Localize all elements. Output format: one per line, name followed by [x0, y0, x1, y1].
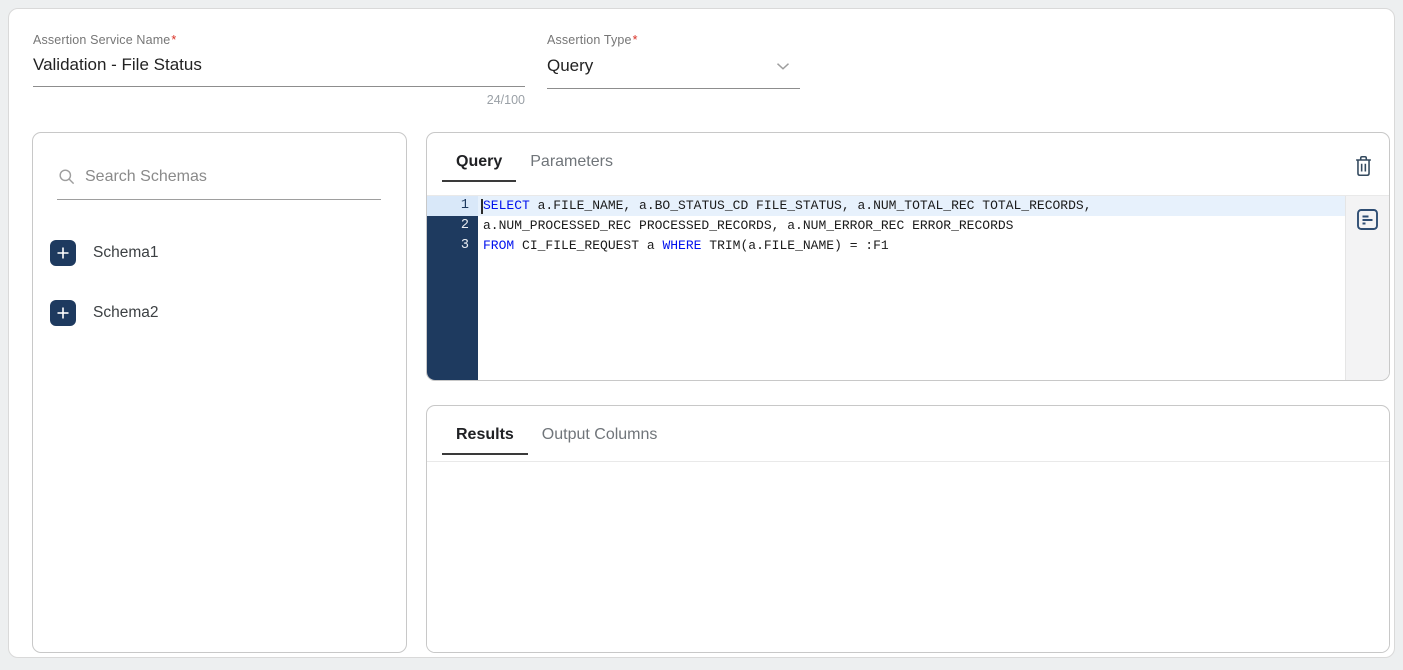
line-number-gutter: 123: [427, 196, 478, 380]
sql-keyword: SELECT: [483, 198, 530, 213]
results-empty-body: [427, 462, 1389, 652]
line-number: 1: [427, 196, 478, 216]
code-area[interactable]: SELECT a.FILE_NAME, a.BO_STATUS_CD FILE_…: [478, 196, 1345, 380]
sql-text: CI_FILE_REQUEST a: [514, 238, 662, 253]
expand-schema-button[interactable]: [50, 300, 76, 326]
sql-text: a.FILE_NAME, a.BO_STATUS_CD FILE_STATUS,…: [530, 198, 1092, 213]
assertion-type-field: Assertion Type* Query: [547, 33, 800, 89]
assertion-service-name-field: Assertion Service Name* 24/100: [33, 33, 525, 107]
code-line: a.NUM_PROCESSED_REC PROCESSED_RECORDS, a…: [478, 216, 1345, 236]
required-asterisk: *: [171, 33, 176, 47]
results-panel: Results Output Columns: [426, 405, 1390, 653]
schema-search: [57, 167, 381, 200]
assertion-service-name-label: Assertion Service Name*: [33, 33, 525, 47]
format-lines-icon: [1354, 206, 1381, 233]
query-panel-header: Query Parameters: [427, 133, 1389, 196]
search-schemas-input[interactable]: [85, 168, 381, 186]
assertion-type-value: Query: [547, 56, 593, 76]
text-caret: [481, 199, 483, 214]
line-number: 3: [427, 236, 478, 256]
editor-side-strip: [1345, 196, 1389, 380]
sql-editor: 123 SELECT a.FILE_NAME, a.BO_STATUS_CD F…: [427, 196, 1389, 380]
sql-text: a.NUM_PROCESSED_REC PROCESSED_RECORDS, a…: [483, 218, 1014, 233]
assertion-type-label: Assertion Type*: [547, 33, 800, 47]
tab-results[interactable]: Results: [442, 419, 528, 455]
search-icon: [57, 167, 76, 186]
assertion-editor-card: Assertion Service Name* 24/100 Assertion…: [8, 8, 1395, 658]
code-line: SELECT a.FILE_NAME, a.BO_STATUS_CD FILE_…: [478, 196, 1345, 216]
tab-output-columns[interactable]: Output Columns: [528, 419, 672, 455]
schema-name: Schema2: [93, 304, 158, 322]
tab-parameters[interactable]: Parameters: [516, 146, 627, 182]
sql-keyword: WHERE: [662, 238, 701, 253]
expand-schema-button[interactable]: [50, 240, 76, 266]
required-asterisk: *: [633, 33, 638, 47]
sql-text: TRIM(a.FILE_NAME) = :F1: [701, 238, 888, 253]
code-line: FROM CI_FILE_REQUEST a WHERE TRIM(a.FILE…: [478, 236, 1345, 256]
schema-list: Schema1 Schema2: [33, 223, 406, 343]
sql-keyword: FROM: [483, 238, 514, 253]
schema-name: Schema1: [93, 244, 158, 262]
tab-query[interactable]: Query: [442, 146, 516, 182]
schema-tree-item[interactable]: Schema1: [33, 223, 406, 283]
plus-icon: [55, 245, 71, 261]
chevron-down-icon: [772, 55, 794, 77]
assertion-type-select[interactable]: Query: [547, 47, 800, 89]
line-number: 2: [427, 216, 478, 236]
query-panel: Query Parameters 123 SELECT a.FILE_NAME,…: [426, 132, 1390, 381]
assertion-service-name-input[interactable]: [33, 47, 525, 87]
format-query-button[interactable]: [1354, 205, 1382, 233]
plus-icon: [55, 305, 71, 321]
delete-query-button[interactable]: [1349, 152, 1377, 180]
schema-tree-item[interactable]: Schema2: [33, 283, 406, 343]
char-counter: 24/100: [33, 93, 525, 107]
schema-browser-panel: Schema1 Schema2: [32, 132, 407, 653]
trash-icon: [1352, 154, 1375, 178]
results-panel-header: Results Output Columns: [427, 406, 1389, 462]
